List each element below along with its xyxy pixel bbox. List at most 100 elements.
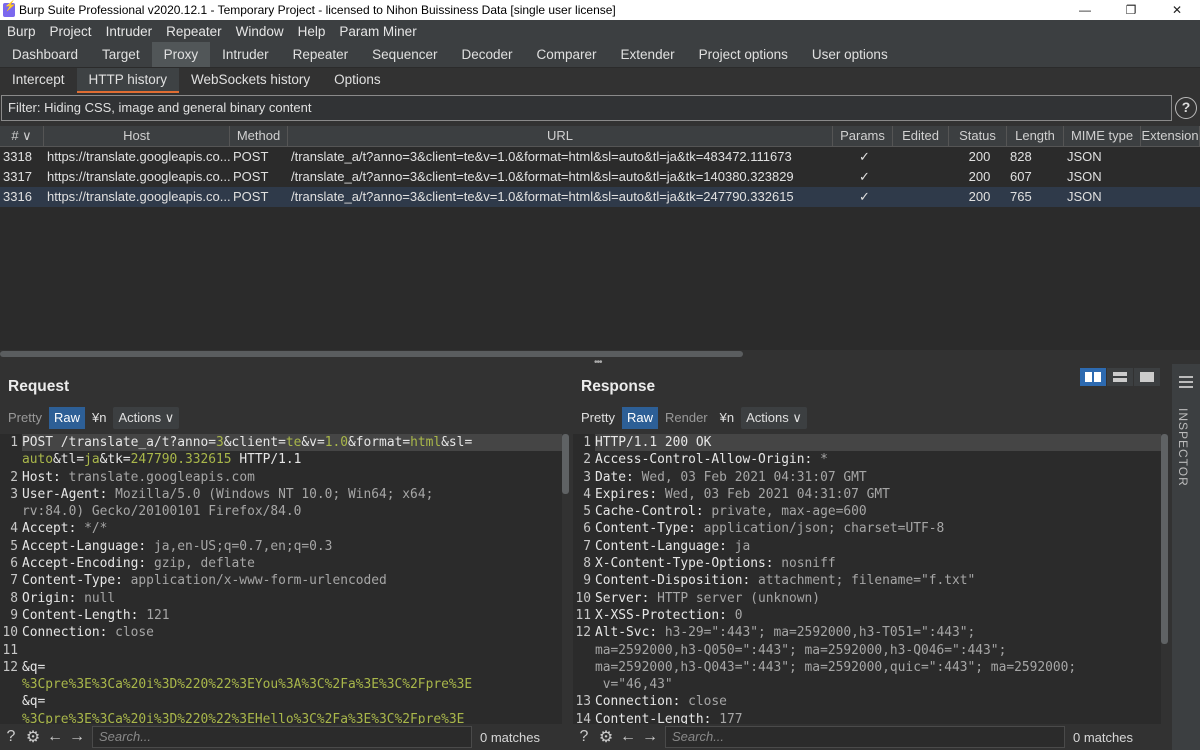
cell-mime-type: JSON [1067,189,1102,204]
request-pretty-tab[interactable]: Pretty [3,407,47,429]
menu-project[interactable]: Project [43,24,99,39]
editor-line: ma=2592000,h3-Q050=":443"; ma=2592000,h3… [573,642,1161,659]
response-render-tab[interactable]: Render [660,407,713,429]
code-token: %3Cpre%3E%3Ca%20i%3D%220%22%3EYou%3A%3C%… [22,677,473,693]
tab-intercept[interactable]: Intercept [0,68,77,93]
code-token: te [285,435,302,450]
column-header-number[interactable]: # ∨ [0,126,44,146]
editor-line: 10 Server: HTTP server (unknown) [573,590,1161,607]
stacked-layout-icon[interactable] [1107,368,1133,386]
menu-help[interactable]: Help [291,24,333,39]
tab-websockets-history[interactable]: WebSockets history [179,68,322,93]
help-icon[interactable]: ? [573,726,595,748]
side-by-side-layout-icon[interactable] [1080,368,1106,386]
back-arrow-icon[interactable]: ← [44,726,66,748]
tab-dashboard[interactable]: Dashboard [0,42,90,67]
table-row-selected[interactable]: 3316 https://translate.googleapis.co... … [0,187,1200,207]
response-title: Response [581,378,656,395]
code-token: 247790.332615 [130,452,232,468]
line-number: 1 [10,435,18,450]
column-header-length[interactable]: Length [1007,126,1064,146]
request-pane: Request Pretty Raw ¥n Actions ∨ 1 POST /t… [0,370,570,750]
code-token: ja,en-US;q=0.7,en;q=0.3 [153,538,333,554]
tab-decoder[interactable]: Decoder [449,42,524,67]
column-header-url[interactable]: URL [288,126,833,146]
request-actions-dropdown[interactable]: Actions ∨ [113,407,180,429]
forward-arrow-icon[interactable]: → [66,726,88,748]
tab-http-history[interactable]: HTTP history [76,68,180,93]
code-token: Wed, 03 Feb 2021 04:31:07 GMT [664,486,890,502]
line-code: Content-Disposition: attachment; filenam… [595,572,1161,589]
tab-options[interactable]: Options [322,68,393,93]
code-token: */* [84,521,108,537]
response-vertical-scrollbar[interactable] [1161,434,1168,644]
line-code: %3Cpre%3E%3Ca%20i%3D%220%22%3EYou%3A%3C%… [22,676,562,693]
menu-repeater[interactable]: Repeater [159,24,229,39]
code-token: Accept-Encoding: [22,556,154,572]
settings-gear-icon[interactable]: ⚙ [22,726,44,748]
splitter-handle-icon[interactable]: ••• [594,357,602,368]
tab-extender[interactable]: Extender [609,42,687,67]
column-header-params[interactable]: Params [833,126,893,146]
column-header-mime-type[interactable]: MIME type [1064,126,1141,146]
code-token: &sl= [441,435,473,450]
request-newline-toggle[interactable]: ¥n [87,407,111,429]
response-editor[interactable]: 1 HTTP/1.1 200 OK 2 Access-Control-Allow-Or… [573,434,1161,724]
tab-proxy[interactable]: Proxy [151,42,211,67]
column-header-method[interactable]: Method [230,126,288,146]
response-search-bar: ? ⚙ ← → Search... 0 matches [573,724,1170,750]
title-bar: Burp Suite Professional v2020.12.1 - Tem… [0,0,1200,20]
tab-repeater[interactable]: Repeater [281,42,361,67]
help-icon[interactable]: ? [0,726,22,748]
column-header-extension[interactable]: Extension [1141,126,1200,146]
tab-comparer[interactable]: Comparer [525,42,609,67]
close-icon[interactable]: ✕ [1154,0,1200,20]
table-row[interactable]: 3318 https://translate.googleapis.co... … [0,147,1200,167]
request-vertical-scrollbar[interactable] [562,434,569,494]
filter-bar[interactable]: Filter: Hiding CSS, image and general bi… [1,95,1172,121]
tab-intruder[interactable]: Intruder [210,42,281,67]
response-newline-toggle[interactable]: ¥n [715,407,739,429]
code-token: Connection: [22,625,116,641]
menu-param-miner[interactable]: Param Miner [332,24,423,39]
code-token: Origin: [22,590,85,606]
tab-project-options[interactable]: Project options [687,42,800,67]
request-raw-tab[interactable]: Raw [48,407,85,429]
editor-line: 2 Host: translate.googleapis.com [0,469,562,486]
column-header-status[interactable]: Status [949,126,1007,146]
response-actions-dropdown[interactable]: Actions ∨ [741,407,807,429]
forward-arrow-icon[interactable]: → [639,726,661,748]
code-token: &q= [22,694,46,710]
response-raw-tab[interactable]: Raw [621,407,658,429]
inspector-menu-icon[interactable] [1179,376,1193,388]
menu-burp[interactable]: Burp [0,24,43,39]
tab-target[interactable]: Target [90,42,152,67]
line-number: 10 [575,590,591,606]
restore-icon[interactable]: ❐ [1108,0,1154,20]
tabbed-layout-icon[interactable] [1134,368,1160,386]
tab-sequencer[interactable]: Sequencer [360,42,449,67]
request-editor[interactable]: 1 POST /translate_a/t?anno=3&client=te&v=… [0,434,562,724]
tab-user-options[interactable]: User options [800,42,900,67]
table-row[interactable]: 3317 https://translate.googleapis.co... … [0,167,1200,187]
settings-gear-icon[interactable]: ⚙ [595,726,617,748]
request-search-input[interactable]: Search... [92,726,472,748]
column-header-edited[interactable]: Edited [893,126,949,146]
back-arrow-icon[interactable]: ← [617,726,639,748]
table-horizontal-scrollbar[interactable] [0,351,743,357]
cell-number: 3318 [3,149,32,164]
minimize-icon[interactable]: — [1062,0,1108,20]
editor-line: 11 X-XSS-Protection: 0 [573,607,1161,624]
menu-window[interactable]: Window [229,24,291,39]
menu-intruder[interactable]: Intruder [99,24,160,39]
column-header-host[interactable]: Host [44,126,230,146]
response-pretty-tab[interactable]: Pretty [576,407,620,429]
line-number: 4 [10,521,18,537]
line-code: Connection: close [595,693,1161,710]
response-search-input[interactable]: Search... [665,726,1065,748]
burp-logo-icon [3,1,16,17]
line-code: Host: translate.googleapis.com [22,469,562,486]
code-token: auto [22,452,54,468]
help-icon[interactable]: ? [1175,97,1197,119]
inspector-panel[interactable]: INSPECTOR [1172,364,1200,750]
